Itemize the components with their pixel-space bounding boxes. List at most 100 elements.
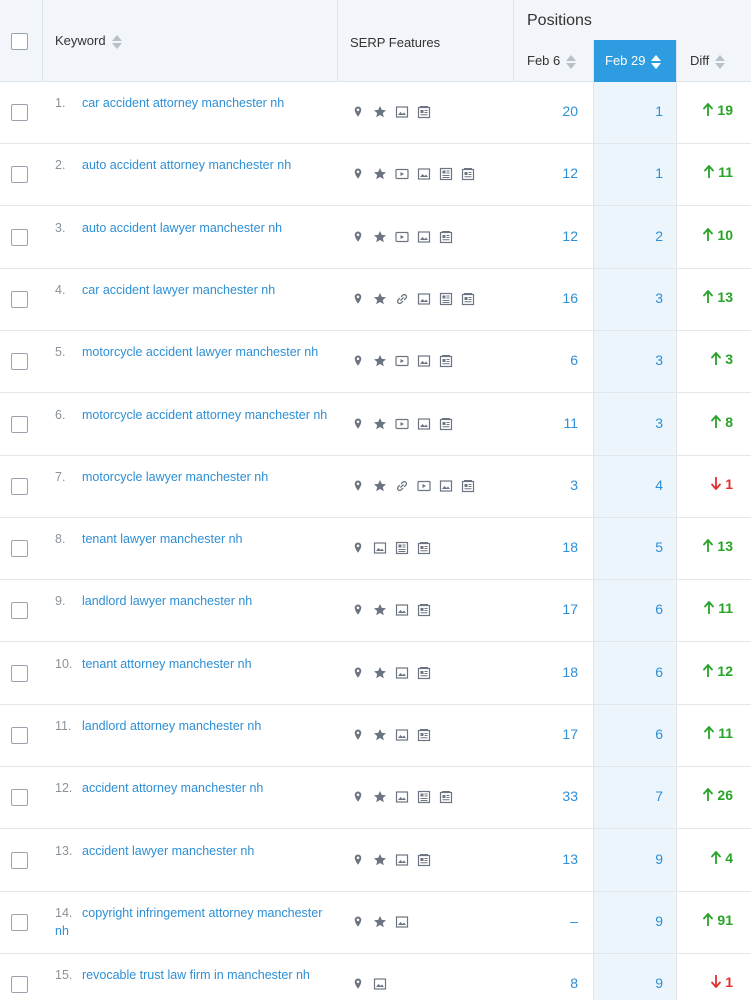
keyword-link[interactable]: 5. motorcycle accident lawyer manchester … bbox=[55, 343, 330, 361]
row-checkbox[interactable] bbox=[11, 789, 28, 807]
feb29-position[interactable]: 9 bbox=[593, 851, 663, 867]
feb29-position[interactable]: 1 bbox=[593, 165, 663, 181]
keyword-link[interactable]: 13. accident lawyer manchester nh bbox=[55, 842, 330, 860]
feb29-position[interactable]: 4 bbox=[593, 477, 663, 493]
feb29-position[interactable]: 6 bbox=[593, 601, 663, 617]
feb29-position[interactable]: 6 bbox=[593, 726, 663, 742]
arrow-up-icon bbox=[703, 912, 717, 928]
position-diff: 10 bbox=[680, 227, 733, 243]
keyword-link[interactable]: 9. landlord lawyer manchester nh bbox=[55, 592, 330, 610]
row-checkbox[interactable] bbox=[11, 290, 28, 308]
feb6-position[interactable]: 11 bbox=[515, 415, 578, 431]
sort-icon[interactable] bbox=[651, 54, 662, 69]
feb6-position[interactable]: 17 bbox=[515, 726, 578, 742]
keyword-text: landlord attorney manchester nh bbox=[82, 719, 262, 733]
row-checkbox[interactable] bbox=[11, 353, 28, 371]
arrow-up-icon bbox=[703, 787, 717, 803]
keyword-text: copyright infringement attorney manchest… bbox=[55, 905, 323, 938]
keyword-link[interactable]: 14. copyright infringement attorney manch… bbox=[55, 904, 330, 940]
feb29-position[interactable]: 9 bbox=[593, 975, 663, 991]
table-row: 8. tenant lawyer manchester nh 18 5 13 bbox=[0, 518, 751, 581]
map-pin-icon bbox=[350, 229, 366, 245]
row-number: 11. bbox=[55, 719, 72, 733]
feb29-position[interactable]: 5 bbox=[593, 539, 663, 555]
row-number: 12. bbox=[55, 781, 73, 796]
feb6-position[interactable]: – bbox=[515, 913, 578, 929]
keyword-link[interactable]: 2. auto accident attorney manchester nh bbox=[55, 156, 330, 174]
row-number: 1. bbox=[55, 96, 66, 110]
feb29-position[interactable]: 2 bbox=[593, 228, 663, 244]
sort-icon[interactable] bbox=[715, 54, 726, 69]
row-checkbox[interactable] bbox=[11, 540, 28, 558]
row-checkbox[interactable] bbox=[11, 104, 28, 121]
row-checkbox[interactable] bbox=[11, 727, 28, 744]
keyword-link[interactable]: 3. auto accident lawyer manchester nh bbox=[55, 219, 330, 237]
keyword-link[interactable]: 10. tenant attorney manchester nh bbox=[55, 655, 330, 673]
select-all-checkbox[interactable] bbox=[11, 33, 28, 50]
row-checkbox[interactable] bbox=[11, 602, 28, 620]
row-checkbox[interactable] bbox=[11, 228, 28, 246]
feb6-position[interactable]: 12 bbox=[515, 165, 578, 181]
feb6-position[interactable]: 20 bbox=[515, 103, 578, 119]
diff-column-header[interactable]: Diff bbox=[690, 53, 726, 69]
diff-value: 8 bbox=[725, 413, 733, 430]
arrow-down-icon bbox=[711, 974, 725, 990]
feb6-position[interactable]: 33 bbox=[515, 788, 578, 804]
keyword-link[interactable]: 12. accident attorney manchester nh bbox=[55, 779, 330, 797]
keyword-link[interactable]: 11. landlord attorney manchester nh bbox=[55, 717, 330, 735]
feb6-position[interactable]: 3 bbox=[515, 477, 578, 493]
keyword-link[interactable]: 6. motorcycle accident attorney mancheste… bbox=[55, 406, 330, 424]
image-icon bbox=[394, 789, 410, 805]
row-checkbox[interactable] bbox=[11, 913, 28, 931]
arrow-up-icon bbox=[711, 850, 725, 866]
row-number: 15. bbox=[55, 968, 73, 983]
map-pin-icon bbox=[350, 416, 366, 432]
feb29-position[interactable]: 7 bbox=[593, 788, 663, 804]
diff-value: 11 bbox=[718, 600, 733, 617]
feb6-position[interactable]: 16 bbox=[515, 290, 578, 306]
row-checkbox[interactable] bbox=[11, 851, 28, 869]
sort-icon[interactable] bbox=[111, 34, 122, 49]
row-checkbox[interactable] bbox=[11, 664, 28, 682]
keyword-link[interactable]: 4. car accident lawyer manchester nh bbox=[55, 281, 330, 299]
feb29-position[interactable]: 1 bbox=[593, 103, 663, 119]
star-icon bbox=[372, 229, 388, 245]
keyword-text: motorcycle accident lawyer manchester nh bbox=[82, 345, 319, 360]
row-checkbox[interactable] bbox=[11, 415, 28, 433]
table-row: 11. landlord attorney manchester nh 17 6 11 bbox=[0, 705, 751, 767]
feb6-position[interactable]: 18 bbox=[515, 664, 578, 680]
keyword-link[interactable]: 15. revocable trust law firm in mancheste… bbox=[55, 966, 330, 984]
row-checkbox[interactable] bbox=[11, 477, 28, 495]
feb29-position[interactable]: 3 bbox=[593, 415, 663, 431]
keyword-link[interactable]: 7. motorcycle lawyer manchester nh bbox=[55, 468, 330, 486]
feb6-position[interactable]: 17 bbox=[515, 601, 578, 617]
row-checkbox[interactable] bbox=[11, 976, 28, 994]
feb29-column-header[interactable]: Feb 29 bbox=[593, 40, 676, 82]
table-row: 7. motorcycle lawyer manchester nh 3 4 1 bbox=[0, 456, 751, 518]
keyword-text: accident attorney manchester nh bbox=[82, 781, 264, 796]
feb29-position[interactable]: 9 bbox=[593, 913, 663, 929]
feb29-position[interactable]: 6 bbox=[593, 664, 663, 680]
feb6-position[interactable]: 18 bbox=[515, 539, 578, 555]
feb29-position[interactable]: 3 bbox=[593, 352, 663, 368]
feb6-column-header[interactable]: Feb 6 bbox=[527, 53, 577, 69]
row-checkbox[interactable] bbox=[11, 166, 28, 184]
feb6-position[interactable]: 13 bbox=[515, 851, 578, 867]
table-row: 9. landlord lawyer manchester nh 17 6 11 bbox=[0, 580, 751, 643]
diff-value: 11 bbox=[718, 725, 733, 741]
image-icon bbox=[394, 665, 410, 681]
row-number: 6. bbox=[55, 407, 66, 422]
keyword-link[interactable]: 8. tenant lawyer manchester nh bbox=[55, 530, 330, 548]
feb6-position[interactable]: 8 bbox=[515, 975, 578, 991]
table-row: 13. accident lawyer manchester nh 13 9 4 bbox=[0, 830, 751, 892]
feb29-position[interactable]: 3 bbox=[593, 290, 663, 306]
table-row: 5. motorcycle accident lawyer manchester … bbox=[0, 331, 751, 394]
positions-table: Keyword SERP Features Positions Feb 6 Fe… bbox=[0, 0, 751, 1000]
keyword-column-header[interactable]: Keyword bbox=[55, 33, 122, 49]
news-icon bbox=[438, 416, 454, 432]
star-icon bbox=[372, 104, 388, 120]
keyword-link[interactable]: 1. car accident attorney manchester nh bbox=[55, 94, 330, 112]
feb6-position[interactable]: 6 bbox=[515, 352, 578, 368]
feb6-position[interactable]: 12 bbox=[515, 228, 578, 244]
sort-icon[interactable] bbox=[566, 54, 577, 69]
